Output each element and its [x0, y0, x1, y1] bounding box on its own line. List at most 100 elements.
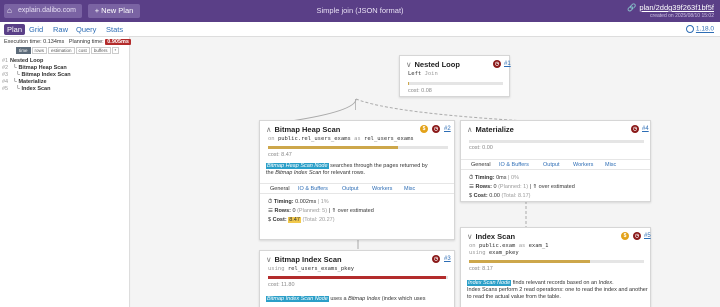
- version-link[interactable]: 1.18.0: [685, 25, 714, 33]
- collapse-icon[interactable]: ∨: [467, 232, 473, 241]
- node-title: ∨ Nested Loop: [406, 60, 460, 69]
- chip-more[interactable]: *: [111, 47, 120, 54]
- plan-link[interactable]: 🔗 plan/2ddg39f263f1bf5f: [627, 3, 714, 12]
- clock-icon: ◷: [633, 232, 641, 240]
- prop-label: Cost:: [473, 193, 488, 199]
- tabs-bar: Plan Grid Raw Query Stats 1.18.0: [0, 22, 720, 37]
- prop-extra: | 0%: [508, 175, 519, 181]
- node-tab-workers[interactable]: Workers: [573, 162, 593, 168]
- chip-cost[interactable]: cost: [75, 47, 90, 54]
- info-icon: [685, 25, 694, 33]
- tab-plan[interactable]: Plan: [4, 24, 26, 35]
- node-tab-io-buffers[interactable]: IO & Buffers: [298, 186, 328, 192]
- tab-query[interactable]: Query: [76, 25, 96, 34]
- node-id[interactable]: #2: [444, 126, 451, 132]
- cost-bar: [469, 140, 644, 143]
- rows-row: ☰ Rows: 0 (Planned: 1) | ⇑ over estimate…: [469, 184, 575, 190]
- node-tab-output[interactable]: Output: [543, 162, 560, 168]
- description-text: the: [266, 170, 276, 176]
- new-plan-button[interactable]: + New Plan: [88, 4, 140, 18]
- metric-chips: time rows estimation cost buffers *: [16, 47, 120, 54]
- timer-icon: ⏱: [469, 175, 474, 181]
- node-title-text: Bitmap Index Scan: [274, 255, 342, 264]
- join-kw: Join: [424, 71, 438, 77]
- description-highlight: Bitmap Index Scan Node: [266, 296, 329, 302]
- plan-tree: #1 Nested Loop #2 └ Bitmap Heap Scan #3 └ B…: [2, 58, 71, 93]
- created-date: created on 2025/08/10 15:02: [650, 13, 714, 19]
- cost-bar: [268, 276, 448, 279]
- prop-label: Timing:: [474, 175, 495, 181]
- page-title: Simple join (JSON format): [316, 6, 404, 15]
- collapse-icon[interactable]: ∨: [406, 60, 412, 69]
- planning-value: 0.905ms: [105, 39, 131, 45]
- node-title: ∨ Index Scan: [467, 232, 515, 241]
- node-description: Bitmap Heap Scan Node searches through t…: [266, 163, 452, 177]
- collapse-icon[interactable]: ∨: [266, 255, 272, 264]
- version-text: 1.18.0: [695, 25, 714, 33]
- chip-time[interactable]: time: [16, 47, 31, 54]
- description-text: uses a: [328, 296, 349, 302]
- chip-estimation[interactable]: estimation: [48, 47, 75, 54]
- index-name: exam_pkey: [488, 250, 519, 256]
- cost-bar: [408, 82, 503, 85]
- collapse-icon[interactable]: ∧: [467, 125, 473, 134]
- timing-row: ⏱ Timing: 0.002ms | 1%: [268, 199, 329, 206]
- logo[interactable]: ⌂ explain.dalibo.com: [4, 4, 82, 18]
- collapse-icon[interactable]: ∧: [266, 125, 272, 134]
- tab-stats[interactable]: Stats: [106, 25, 123, 34]
- clock-icon: ◷: [432, 125, 440, 133]
- chip-rows[interactable]: rows: [31, 47, 48, 54]
- index-name: rel_users_exams_pkey: [287, 266, 355, 272]
- node-id[interactable]: #3: [444, 256, 451, 262]
- node-subtitle: using exam_pkey: [469, 250, 519, 256]
- node-index-scan[interactable]: ∨ Index Scan $ ◷ #5 on public.exam as exa…: [460, 227, 651, 307]
- node-materialize[interactable]: ∧ Materialize ◷ #4 cost: 0.00 General IO …: [460, 120, 651, 202]
- node-tabs: General IO & Buffers Output Workers Misc: [461, 159, 650, 170]
- execution-value: 0.134ms: [43, 39, 65, 45]
- plan-canvas[interactable]: ∨ Nested Loop ◷ #1 Left Join cost: 0.08 ∧…: [131, 37, 720, 307]
- relation-name: public.rel_users_exams: [277, 136, 351, 142]
- tree-item[interactable]: #5 └ Index Scan: [2, 86, 71, 93]
- node-title-text: Bitmap Heap Scan: [274, 125, 341, 134]
- tab-grid[interactable]: Grid: [29, 25, 43, 34]
- node-tab-output[interactable]: Output: [342, 186, 359, 192]
- sub-kw: as: [354, 136, 361, 142]
- node-tab-general[interactable]: General: [471, 162, 491, 168]
- sub-kw: on: [268, 136, 275, 142]
- node-title: ∨ Bitmap Index Scan: [266, 255, 342, 264]
- prop-label: Timing:: [273, 199, 294, 205]
- dollar-icon: $: [621, 232, 629, 240]
- planning-label: Planning time:: [68, 39, 104, 45]
- tree-label: Bitmap Heap Scan: [18, 65, 67, 71]
- node-tab-workers[interactable]: Workers: [372, 186, 392, 192]
- node-nested-loop[interactable]: ∨ Nested Loop ◷ #1 Left Join cost: 0.08: [399, 55, 511, 97]
- node-bitmap-heap-scan[interactable]: ∧ Bitmap Heap Scan $ ◷ #2 on public.rel_u…: [259, 120, 455, 240]
- description-italic: Bitmap Index: [348, 296, 381, 302]
- node-tab-misc[interactable]: Misc: [404, 186, 415, 192]
- relation-name: public.exam: [478, 243, 516, 249]
- rows-row: ☰ Rows: 0 (Planned: 5) | ⇑ over estimate…: [268, 208, 374, 214]
- tree-item[interactable]: #1 Nested Loop: [2, 58, 71, 65]
- tree-item[interactable]: #2 └ Bitmap Heap Scan: [2, 65, 71, 72]
- description-text: searches through the pages returned by: [328, 163, 428, 169]
- tab-raw[interactable]: Raw: [53, 25, 68, 34]
- prop-extra: | ⇑ over estimated: [529, 184, 575, 190]
- node-tab-io-buffers[interactable]: IO & Buffers: [499, 162, 529, 168]
- node-bitmap-index-scan[interactable]: ∨ Bitmap Index Scan ◷ #3 using rel_users_…: [259, 250, 455, 307]
- node-id[interactable]: #5: [644, 233, 651, 239]
- dollar-icon: $: [268, 217, 272, 223]
- node-tab-misc[interactable]: Misc: [605, 162, 616, 168]
- tree-label: Index Scan: [21, 86, 51, 92]
- node-tab-general[interactable]: General: [270, 186, 290, 192]
- alias-name: rel_users_exams: [364, 136, 414, 142]
- dollar-icon: $: [420, 125, 428, 133]
- node-cost: cost: 8.17: [469, 266, 493, 272]
- chip-buffers[interactable]: buffers: [90, 47, 111, 54]
- prop-extra: (Total: 20.27): [302, 217, 335, 223]
- node-id[interactable]: #4: [642, 126, 649, 132]
- node-id[interactable]: #1: [504, 61, 511, 67]
- cost-bar-fill: [408, 82, 409, 85]
- plan-sidebar: Execution time: 0.134ms Planning time: 0…: [0, 37, 131, 307]
- tree-item[interactable]: #4 └ Materialize: [2, 79, 71, 86]
- tree-item[interactable]: #3 └ Bitmap Index Scan: [2, 72, 71, 79]
